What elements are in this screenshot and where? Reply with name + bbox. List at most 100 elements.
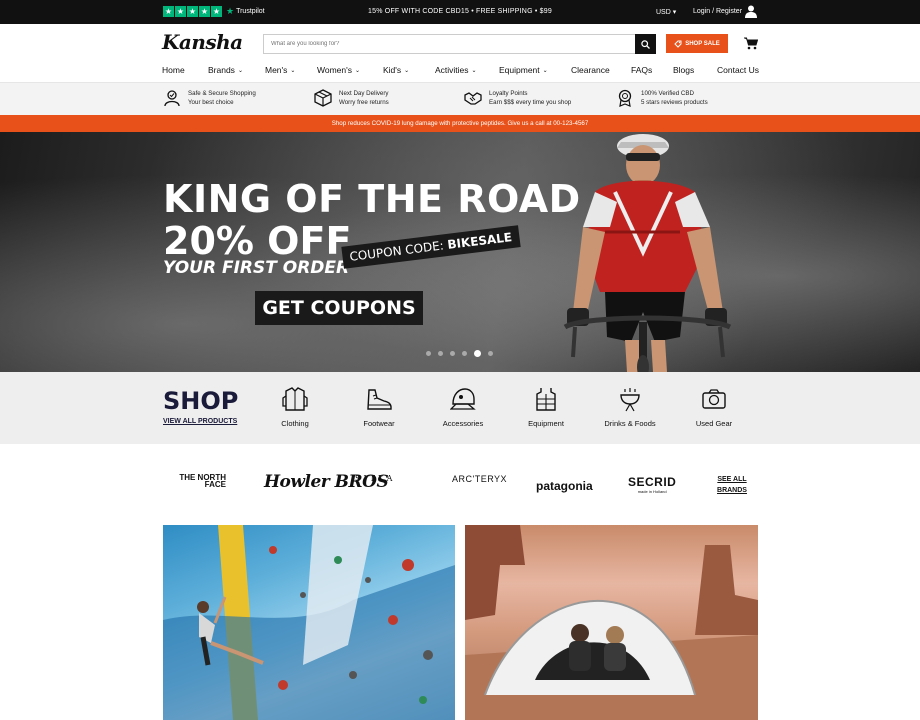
chevron-down-icon: ⌄ <box>542 67 548 74</box>
brand-patagonia[interactable]: patagonia <box>536 479 593 493</box>
category-footwear[interactable]: Footwear <box>344 386 414 428</box>
feature-subtitle: Earn $$$ every time you shop <box>489 99 572 106</box>
promo-text: 15% OFF WITH CODE CBD15 • FREE SHIPPING … <box>368 8 552 15</box>
brand-secrid[interactable]: SECRID made in Holland <box>628 475 676 494</box>
site-logo[interactable]: Kansha <box>162 30 243 54</box>
category-clothing[interactable]: Clothing <box>260 386 330 428</box>
nav-item-mens[interactable]: Men's ⌄ <box>265 65 295 75</box>
cart-icon[interactable] <box>744 37 758 50</box>
see-all-brands-link[interactable]: SEE ALL BRANDS <box>714 474 750 496</box>
nav-item-brands[interactable]: Brands ⌄ <box>208 65 243 75</box>
carousel-dot-active[interactable] <box>474 350 481 357</box>
footwear-icon <box>367 389 392 410</box>
nav-item-blogs[interactable]: Blogs <box>673 65 694 75</box>
nav-label: Men's <box>265 65 288 75</box>
nav-label: Home <box>162 65 185 75</box>
nav-item-contact[interactable]: Contact Us <box>717 65 759 75</box>
feature-loyalty-points: Loyalty Points Earn $$$ every time you sh… <box>464 89 571 107</box>
feature-title: Next Day Delivery <box>339 90 389 97</box>
feature-secure-shopping: Safe & Secure Shopping Your best choice <box>163 89 256 107</box>
nav-item-equipment[interactable]: Equipment ⌄ <box>499 65 548 75</box>
search-icon <box>641 39 650 49</box>
carousel-dots <box>426 350 493 357</box>
drinks-foods-icon <box>620 388 640 412</box>
category-drinks-foods[interactable]: Drinks & Foods <box>595 386 665 428</box>
carousel-dot[interactable] <box>438 351 443 356</box>
accessories-icon <box>450 388 476 410</box>
chevron-down-icon: ⌄ <box>290 67 296 74</box>
top-bar: ★ ★ ★ ★ ★ ★ Trustpilot 15% OFF WITH CODE … <box>0 0 920 24</box>
feature-subtitle: Your best choice <box>188 99 234 106</box>
hero-subheadline: YOUR FIRST ORDER <box>163 258 350 278</box>
equipment-icon <box>536 388 556 411</box>
feature-title: 100% Verified CBD <box>641 90 694 97</box>
nav-item-activities[interactable]: Activities ⌄ <box>435 65 477 75</box>
features-bar: Safe & Secure Shopping Your best choice N… <box>0 82 920 115</box>
category-equipment[interactable]: Equipment <box>511 386 581 428</box>
carousel-dot[interactable] <box>450 351 455 356</box>
carousel-dot[interactable] <box>426 351 431 356</box>
nav-label: Brands <box>208 65 235 75</box>
category-accessories[interactable]: Accessories <box>428 386 498 428</box>
brand-secrid-tagline: made in Holland <box>637 489 667 494</box>
award-icon <box>618 89 632 107</box>
nav-label: Equipment <box>499 65 540 75</box>
category-label: Clothing <box>281 419 309 428</box>
coupon-code: BIKESALE <box>446 230 513 252</box>
feature-subtitle: Worry free returns <box>339 99 389 106</box>
climbing-wall-illustration <box>163 525 455 720</box>
search-input[interactable] <box>264 35 635 53</box>
notice-bar: Shop reduces COVID-19 lung damage with p… <box>0 115 920 132</box>
carousel-dot[interactable] <box>462 351 467 356</box>
shop-sale-label: SHOP SALE <box>685 40 720 47</box>
camping-tent-illustration <box>465 525 758 720</box>
nav-label: Contact Us <box>717 65 760 75</box>
category-label: Used Gear <box>695 419 733 428</box>
nav-label: Kid's <box>383 65 402 75</box>
chevron-down-icon: ⌄ <box>237 67 243 74</box>
user-icon[interactable] <box>745 5 757 18</box>
search-bar <box>263 34 656 54</box>
category-label: Footwear <box>363 419 395 428</box>
nav-item-womens[interactable]: Women's ⌄ <box>317 65 360 75</box>
shop-categories: SHOP VIEW ALL PRODUCTS Clothing Footwear… <box>0 372 920 444</box>
brand-logos: THE NORTH FACE Howler BROS SITKA ARC'TER… <box>0 444 920 526</box>
promo-images <box>163 525 758 720</box>
nav-item-kids[interactable]: Kid's ⌄ <box>383 65 409 75</box>
header: Kansha SHOP SALE <box>0 24 920 62</box>
currency-selector[interactable]: USD ▾ <box>656 8 676 16</box>
category-used-gear[interactable]: Used Gear <box>679 386 749 428</box>
main-nav: Home Brands ⌄ Men's ⌄ Women's ⌄ Kid's ⌄ Acti… <box>0 62 920 82</box>
get-coupons-button[interactable]: GET COUPONS <box>255 291 423 325</box>
handshake-icon <box>464 92 482 105</box>
feature-title: Loyalty Points <box>489 90 528 97</box>
nav-label: FAQs <box>631 65 653 75</box>
brand-the-north-face[interactable]: THE NORTH FACE <box>176 474 226 489</box>
nav-item-home[interactable]: Home <box>162 65 185 75</box>
category-label: Accessories <box>442 419 484 428</box>
shop-sale-button[interactable]: SHOP SALE <box>666 34 728 53</box>
camping-tent-image[interactable] <box>465 525 758 720</box>
chevron-down-icon: ⌄ <box>355 67 361 74</box>
view-all-products-link[interactable]: VIEW ALL PRODUCTS <box>163 418 237 425</box>
hero-headline: KING OF THE ROAD <box>163 177 581 221</box>
nav-label: Activities <box>435 65 469 75</box>
feature-verified-cbd: 100% Verified CBD 5 stars reviews product… <box>616 89 708 107</box>
nav-label: Women's <box>317 65 353 75</box>
carousel-dot[interactable] <box>488 351 493 356</box>
nav-item-faqs[interactable]: FAQs <box>631 65 652 75</box>
chevron-down-icon: ⌄ <box>404 67 410 74</box>
nav-label: Blogs <box>673 65 695 75</box>
brand-arcteryx[interactable]: ARC'TERYX <box>452 474 507 484</box>
category-label: Equipment <box>528 419 564 428</box>
clothing-icon <box>282 387 308 411</box>
feature-title: Safe & Secure Shopping <box>188 90 256 97</box>
category-label: Drinks & Foods <box>604 419 656 428</box>
search-button[interactable] <box>635 34 656 54</box>
used-gear-icon <box>702 389 726 409</box>
brand-sitka[interactable]: SITKA <box>355 474 395 483</box>
nav-item-clearance[interactable]: Clearance <box>571 65 610 75</box>
chevron-down-icon: ⌄ <box>471 67 477 74</box>
climbing-wall-image[interactable] <box>163 525 455 720</box>
login-register-link[interactable]: Login / Register <box>693 8 742 15</box>
